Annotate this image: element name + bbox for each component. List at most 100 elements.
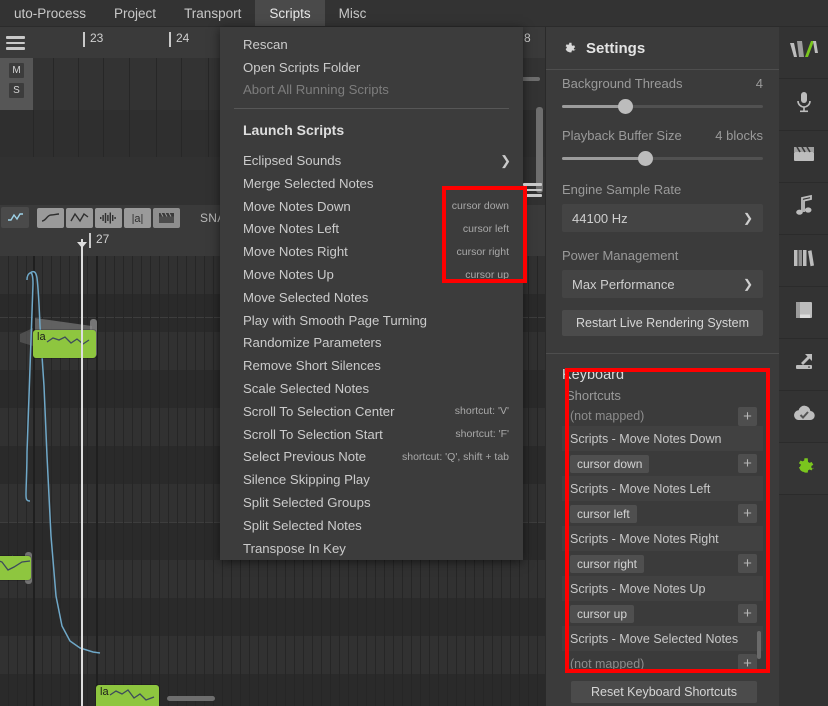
rail-item-music-note[interactable] — [779, 183, 828, 235]
menu-item-remove-short-silences[interactable]: Remove Short Silences — [220, 354, 523, 377]
power-management-select[interactable]: Max Performance ❯ — [562, 270, 763, 298]
rail-item-library[interactable] — [779, 235, 828, 287]
shortcut-key[interactable]: cursor left — [570, 505, 637, 523]
menu-item-move-selected-notes[interactable]: Move Selected Notes — [220, 286, 523, 309]
shortcut-row-binding[interactable]: cursor up + — [562, 601, 763, 626]
note-block[interactable]: la — [96, 685, 159, 706]
playback-buffer-size-slider[interactable] — [562, 150, 763, 166]
ruler-tick: 23 — [90, 31, 103, 45]
solo-button[interactable]: S — [9, 83, 24, 98]
menu-item-label: Merge Selected Notes — [243, 176, 373, 191]
menu-item-move-notes-left[interactable]: Move Notes Left cursor left — [220, 218, 523, 241]
menu-item-silence-skipping-play[interactable]: Silence Skipping Play — [220, 468, 523, 491]
shortcut-row[interactable]: Scripts - Move Notes Up — [562, 576, 763, 601]
slider-knob[interactable] — [638, 151, 653, 166]
rail-item-microphone[interactable] — [779, 79, 828, 131]
svg-text:|a|: |a| — [132, 213, 144, 224]
shortcut-row[interactable]: Scripts - Move Notes Left — [562, 476, 763, 501]
menubar-item-transport[interactable]: Transport — [170, 0, 255, 26]
mute-button[interactable]: M — [9, 63, 24, 78]
menu-item-scale-selected-notes[interactable]: Scale Selected Notes — [220, 377, 523, 400]
shortcut-row-binding[interactable]: cursor down + — [562, 451, 763, 476]
rail-item-export[interactable] — [779, 339, 828, 391]
rail-item-book[interactable] — [779, 287, 828, 339]
phoneme-icon: |a| — [128, 212, 147, 224]
menubar-item-project[interactable]: Project — [100, 0, 170, 26]
rail-item-logo[interactable] — [779, 27, 828, 79]
note-block[interactable] — [0, 556, 31, 580]
shortcuts-scrollbar[interactable] — [757, 631, 761, 659]
music-note-icon — [794, 194, 814, 223]
menu-item-move-notes-up[interactable]: Move Notes Up cursor up — [220, 263, 523, 286]
menu-item-open-scripts-folder[interactable]: Open Scripts Folder — [220, 56, 523, 79]
menu-item-label: Select Previous Note — [243, 449, 366, 464]
menu-item-shortcut: shortcut: 'V' — [455, 405, 509, 417]
engine-sample-rate-select[interactable]: 44100 Hz ❯ — [562, 204, 763, 232]
playback-buffer-size-value: 4 blocks — [715, 128, 763, 143]
add-shortcut-button[interactable]: + — [738, 504, 757, 523]
piano-roll-horizontal-scrollbar[interactable] — [167, 696, 215, 701]
slider-knob[interactable] — [618, 99, 633, 114]
vibrato-tool-button[interactable] — [66, 208, 93, 228]
settings-panel-title: Settings — [546, 27, 779, 69]
menu-item-select-previous-note[interactable]: Select Previous Note shortcut: 'Q', shif… — [220, 446, 523, 469]
add-shortcut-button[interactable]: + — [738, 554, 757, 573]
shortcut-row[interactable]: (not mapped) + — [562, 406, 763, 426]
menu-item-transpose-in-key[interactable]: Transpose In Key — [220, 537, 523, 560]
track-header[interactable]: M S — [0, 58, 33, 110]
waveform-tool-button[interactable] — [95, 208, 122, 228]
shortcuts-list[interactable]: (not mapped) + Scripts - Move Notes Down… — [562, 406, 763, 690]
menu-item-scroll-to-selection-center[interactable]: Scroll To Selection Center shortcut: 'V' — [220, 400, 523, 423]
menubar-label: uto-Process — [14, 6, 86, 21]
add-shortcut-button[interactable]: + — [738, 654, 757, 673]
menu-item-move-notes-right[interactable]: Move Notes Right cursor right — [220, 240, 523, 263]
menubar-item-auto-process[interactable]: uto-Process — [0, 0, 100, 26]
menubar-item-misc[interactable]: Misc — [325, 0, 381, 26]
pitch-edit-tool-button[interactable] — [1, 207, 29, 228]
menu-item-eclipsed-sounds[interactable]: Eclipsed Sounds ❯ — [220, 149, 523, 172]
rail-item-settings[interactable] — [779, 443, 828, 495]
menu-item-randomize-parameters[interactable]: Randomize Parameters — [220, 332, 523, 355]
menu-item-play-with-smooth-page-turning[interactable]: Play with Smooth Page Turning — [220, 309, 523, 332]
rail-item-clapperboard[interactable] — [779, 131, 828, 183]
phoneme-tool-button[interactable]: |a| — [124, 208, 151, 228]
menubar-item-scripts[interactable]: Scripts — [255, 0, 324, 26]
background-threads-slider[interactable] — [562, 98, 763, 114]
shortcut-key[interactable]: cursor right — [570, 555, 644, 573]
clapper-tool-button[interactable] — [153, 208, 180, 228]
shortcut-row-binding[interactable]: cursor right + — [562, 551, 763, 576]
shortcut-key[interactable]: cursor up — [570, 605, 634, 623]
shortcut-row-binding[interactable]: (not mapped) + — [562, 651, 763, 676]
add-shortcut-button[interactable]: + — [738, 604, 757, 623]
export-glyph — [792, 351, 816, 373]
pitch-curve-tool-button[interactable] — [37, 208, 64, 228]
shortcut-row-binding[interactable]: cursor left + — [562, 501, 763, 526]
shortcut-row[interactable]: Scripts - Move Notes Down — [562, 426, 763, 451]
power-management-value: Max Performance — [572, 277, 675, 292]
playhead-handle[interactable] — [77, 242, 87, 248]
shortcut-row[interactable]: Scripts - Move Notes Right — [562, 526, 763, 551]
shortcut-key[interactable]: cursor down — [570, 455, 649, 473]
menu-separator — [234, 108, 509, 109]
menu-item-rescan[interactable]: Rescan — [220, 33, 523, 56]
menu-item-split-selected-notes[interactable]: Split Selected Notes — [220, 514, 523, 537]
menu-item-merge-selected-notes[interactable]: Merge Selected Notes — [220, 172, 523, 195]
menu-item-split-selected-groups[interactable]: Split Selected Groups — [220, 491, 523, 514]
scripts-dropdown-menu[interactable]: Rescan Open Scripts Folder Abort All Run… — [220, 27, 523, 560]
add-shortcut-button[interactable]: + — [738, 407, 757, 426]
menu-item-move-notes-down[interactable]: Move Notes Down cursor down — [220, 195, 523, 218]
add-shortcut-button[interactable]: + — [738, 454, 757, 473]
logo-icon — [789, 39, 819, 66]
shortcut-row[interactable]: Scripts - Move Selected Notes — [562, 626, 763, 651]
arrangement-vertical-scrollbar[interactable] — [536, 107, 543, 193]
gear-glyph-active — [792, 454, 816, 478]
note-block[interactable]: la — [33, 330, 96, 358]
panel-menu-icon[interactable] — [523, 183, 542, 196]
power-management-label: Power Management — [562, 248, 763, 263]
reset-keyboard-shortcuts-button[interactable]: Reset Keyboard Shortcuts — [571, 681, 757, 703]
restart-live-rendering-button[interactable]: Restart Live Rendering System — [562, 310, 763, 336]
track-menu-icon[interactable] — [6, 36, 25, 49]
playhead[interactable] — [81, 239, 83, 706]
rail-item-cloud-check[interactable] — [779, 391, 828, 443]
menu-item-scroll-to-selection-start[interactable]: Scroll To Selection Start shortcut: 'F' — [220, 423, 523, 446]
